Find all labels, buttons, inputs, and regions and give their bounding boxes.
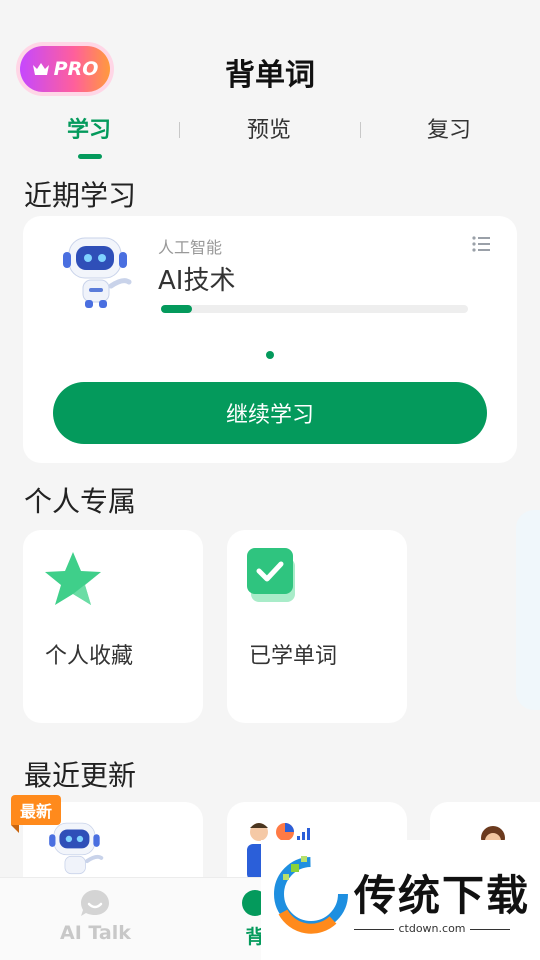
recent-section-title: 近期学习 [24, 179, 137, 212]
watermark: 传统下载 ctdown.com [261, 840, 540, 960]
nav-ai-talk[interactable]: AI Talk [60, 888, 131, 944]
watermark-logo-icon [274, 856, 348, 934]
updates-section-title: 最近更新 [24, 759, 137, 792]
study-progress-fill [161, 305, 192, 313]
favorites-tile[interactable]: 个人收藏 [23, 530, 203, 723]
robot-mascot-icon [49, 822, 104, 875]
check-icon [247, 548, 295, 602]
personal-section-title: 个人专属 [24, 485, 137, 518]
star-icon [45, 552, 101, 605]
tab-study[interactable]: 学习 [67, 112, 111, 144]
tab-divider [360, 122, 361, 138]
chat-bubble-icon [81, 890, 110, 916]
carousel-dot [266, 351, 274, 359]
partial-tile [516, 510, 540, 710]
favorites-label: 个人收藏 [45, 644, 134, 669]
continue-study-button[interactable]: 继续学习 [53, 382, 487, 444]
recent-wordbook-name: AI技术 [158, 266, 236, 296]
list-icon[interactable] [472, 236, 490, 252]
tab-review[interactable]: 复习 [427, 112, 471, 144]
tab-preview[interactable]: 预览 [247, 112, 291, 144]
learned-words-label: 已学单词 [249, 644, 338, 669]
watermark-text: 传统下载 [354, 871, 531, 920]
recent-category: 人工智能 [158, 238, 223, 257]
study-progress-bar [161, 305, 468, 313]
header: PRO 背单词 [0, 0, 540, 110]
tab-divider [179, 122, 180, 138]
nav-ai-talk-label: AI Talk [60, 922, 131, 944]
tab-bar: 学习 预览 复习 [0, 112, 540, 162]
robot-mascot-icon [63, 237, 132, 308]
recent-study-card[interactable]: 人工智能 AI技术 继续学习 [23, 216, 517, 463]
watermark-line [470, 929, 510, 930]
page-title: 背单词 [225, 58, 315, 93]
tab-indicator [78, 154, 102, 159]
new-badge: 最新 [11, 795, 61, 833]
learned-words-tile[interactable]: 已学单词 [227, 530, 407, 723]
